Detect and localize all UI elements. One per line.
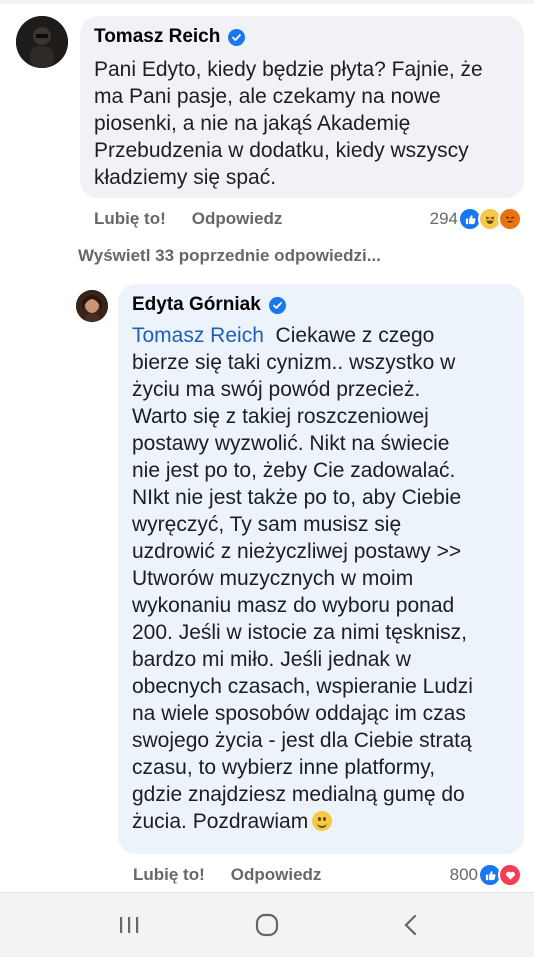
comment-line: ma Pani pasje, ale czekamy na nowe [94, 85, 441, 108]
verified-badge-icon [268, 296, 286, 314]
reply-line: Utworów muzycznych w moim [132, 567, 414, 590]
reply-bubble: Edyta Górniak Tomasz Reich Ciekawe z cze… [118, 284, 524, 854]
smile-emoji-icon [312, 811, 333, 831]
reply-reactions[interactable]: 800 [450, 863, 522, 887]
like-button[interactable]: Lubię to! [94, 209, 166, 229]
reply-line: bierze się taki cynizm.. wszystko w [132, 351, 456, 374]
view-previous-replies-link[interactable]: Wyświetl 33 poprzednie odpowiedzi... [78, 246, 381, 266]
reply-line: Warto się z takiej roszczeniowej [132, 405, 429, 428]
comment-author[interactable]: Tomasz Reich [94, 26, 246, 48]
reply-line: gdzie znajdziesz medialną gumę do [132, 783, 465, 806]
like-button[interactable]: Lubię to! [133, 865, 205, 885]
avatar-edyta-gorniak[interactable] [76, 290, 108, 322]
reply-line: wykonaniu masz do wyboru ponad [132, 594, 455, 617]
reaction-count: 800 [449, 865, 478, 884]
reply-line: żucia. Pozdrawiam [132, 810, 309, 833]
comment-actions: Lubię to! Odpowiedz [94, 209, 282, 229]
reply-button[interactable]: Odpowiedz [231, 865, 322, 885]
reply-line: bardzo mi miło. Jeśli jednak w [132, 648, 411, 671]
reply-line: obecnych czasach, wspieranie Ludzi [132, 675, 473, 698]
reply-author[interactable]: Edyta Górniak [132, 294, 286, 316]
reply-line: na wiele sposobów oddając im czas [132, 702, 466, 725]
back-icon[interactable] [396, 911, 426, 939]
reply-line: Ciekawe z czego [263, 324, 435, 347]
author-name-tomasz[interactable]: Tomasz Reich [94, 26, 220, 48]
reply-line: NIkt nie jest także po to, aby Ciebie [132, 486, 462, 509]
reply-line: życiu ma swój powód przecież. [132, 378, 421, 401]
reply-button[interactable]: Odpowiedz [192, 209, 283, 229]
reply-line: 200. Jeśli w istocie za nimi tęsknisz, [132, 621, 467, 644]
reply-line: wyręczyć, Ty sam musisz się [132, 513, 402, 536]
comment-text: Pani Edyto, kiedy będzie płyta? Fajnie, … [94, 56, 519, 191]
reply-line: czasu, to wybierz inne platformy, [132, 756, 436, 779]
avatar-photo-icon [16, 16, 68, 68]
comment-line: kładziemy się spać. [94, 166, 277, 189]
home-icon[interactable] [252, 911, 282, 939]
system-navigation-bar [0, 892, 534, 957]
top-divider [0, 0, 534, 4]
comment-reactions[interactable]: 294 [430, 207, 522, 231]
comment-line: Pani Edyto, kiedy będzie płyta? Fajnie, … [94, 58, 483, 81]
reply-line: swojego życia - jest dla Ciebie stratą [132, 729, 472, 752]
reply-last-line: żucia. Pozdrawiam [132, 808, 524, 835]
reply-actions: Lubię to! Odpowiedz [133, 865, 321, 885]
verified-badge-icon [228, 28, 246, 46]
comment-bubble: Tomasz Reich Pani Edyto, kiedy będzie pł… [80, 16, 524, 198]
reply-text: Tomasz Reich Ciekawe z czego bierze się … [132, 322, 524, 835]
love-icon [498, 863, 522, 887]
comment-line: piosenki, a nie na jakąś Akademię [94, 112, 411, 135]
author-name-edyta[interactable]: Edyta Górniak [132, 294, 261, 316]
reply-line: postawy wyzwolić. Nikt na świecie [132, 432, 450, 455]
reaction-count: 294 [429, 209, 458, 228]
recent-apps-icon[interactable] [114, 911, 144, 939]
reply-line: uzdrowić z nieżyczliwej postawy >> [132, 540, 462, 563]
angry-icon [498, 207, 522, 231]
reply-first-line: Tomasz Reich Ciekawe z czego [132, 322, 524, 349]
reply-line: nie jest po to, żeby Cie zadowalać. [132, 459, 456, 482]
avatar-tomasz-reich[interactable] [16, 16, 68, 68]
avatar-photo-icon [76, 290, 108, 322]
mention-link[interactable]: Tomasz Reich [132, 324, 264, 347]
comment-line: Przebudzenia w dodatku, kiedy wszyscy [94, 139, 469, 162]
